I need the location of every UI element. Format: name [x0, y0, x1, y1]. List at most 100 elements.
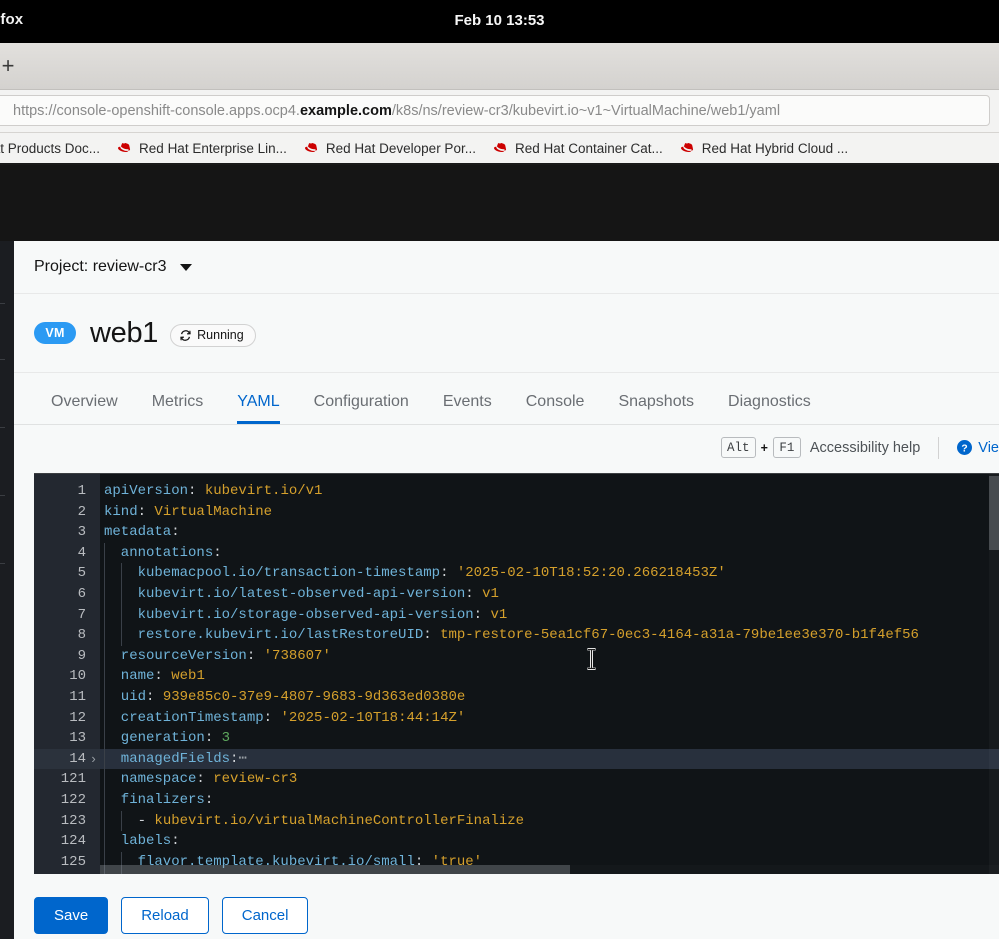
chevron-down-icon[interactable]: [180, 263, 193, 271]
view-shortcuts-label: Vie: [978, 439, 999, 456]
editor-code-line: apiVersion: kubevirt.io/v1: [100, 481, 322, 502]
status-badge[interactable]: Running: [170, 323, 256, 347]
bookmarks-bar: Hat Products Doc... Red Hat Enterprise Li…: [0, 133, 999, 165]
tab-diagnostics[interactable]: Diagnostics: [711, 393, 828, 424]
bookmark-label: Red Hat Developer Por...: [325, 140, 476, 156]
editor-token: -: [104, 812, 155, 829]
editor-action-buttons: Save Reload Cancel: [34, 897, 309, 934]
editor-token: kubevirt.io/latest-observed-api-version: [104, 586, 466, 602]
bookmark-item[interactable]: Red Hat Container Cat...: [485, 141, 672, 156]
editor-line-number: 125: [60, 853, 86, 870]
accessibility-help-label: Accessibility help: [809, 439, 921, 456]
editor-token: namespace: [104, 771, 197, 788]
editor-code-line: managedFields:⋯: [100, 749, 247, 770]
resource-tabs: Overview Metrics YAML Configuration Events Co…: [14, 373, 999, 425]
bookmark-label: Red Hat Container Cat...: [514, 140, 663, 156]
editor-line-number: 7: [77, 606, 86, 623]
browser-nav-bar: https://console-openshift-console.apps.o…: [0, 90, 999, 133]
editor-token: VirtualMachine: [154, 503, 273, 520]
fold-chevron-icon[interactable]: ›: [87, 749, 100, 770]
editor-token: :: [423, 627, 441, 644]
editor-token: uid: [104, 689, 147, 705]
tab-label: Snapshots: [618, 393, 695, 410]
key-alt: Alt: [721, 437, 756, 458]
tab-label: Metrics: [151, 393, 204, 410]
redhat-icon: [680, 142, 693, 153]
editor-token: 3: [221, 730, 231, 747]
url-domain: example.com: [299, 102, 392, 119]
editor-code-line: kubemacpool.io/transaction-timestamp: '2…: [100, 563, 726, 584]
editor-token: :: [465, 586, 483, 602]
text-cursor-icon: [587, 648, 596, 670]
editor-horizontal-scrollbar[interactable]: [100, 865, 999, 874]
bookmark-item[interactable]: Red Hat Enterprise Lin...: [109, 141, 296, 156]
editor-token: 939e85c0-37e9-4807-9683-9d363ed0380e: [162, 689, 466, 705]
editor-token: finalizers: [104, 792, 205, 808]
editor-token: :: [171, 833, 180, 850]
os-top-bar: refox Feb 10 13:53: [0, 0, 999, 43]
editor-token: :: [440, 565, 457, 582]
editor-line-number: 13: [69, 730, 86, 747]
project-selector[interactable]: Project: review-cr3: [34, 258, 166, 276]
bookmark-item[interactable]: Red Hat Developer Por...: [296, 141, 485, 156]
editor-token: kubevirt.io/v1: [204, 483, 323, 499]
tab-overview[interactable]: Overview: [34, 393, 135, 424]
editor-token: kubevirt.io/storage-observed-api-version: [104, 606, 474, 623]
editor-token: managedFields: [104, 750, 231, 767]
tab-console[interactable]: Console: [509, 393, 602, 424]
sync-icon: [180, 329, 191, 341]
tab-label: YAML: [237, 393, 280, 410]
editor-token: ⋯: [238, 750, 247, 767]
editor-line-number: 9: [77, 647, 86, 664]
cancel-button[interactable]: Cancel: [221, 897, 309, 934]
editor-vertical-scrollbar[interactable]: [989, 474, 999, 874]
editor-line-number: 11: [69, 689, 86, 705]
console-nav-sidebar[interactable]: [0, 241, 14, 939]
editor-token: :: [188, 483, 205, 499]
editor-code-area[interactable]: apiVersion: kubevirt.io/v1 kind: VirtualM…: [100, 474, 999, 874]
editor-token: :: [137, 503, 155, 520]
console-masthead: [0, 165, 999, 241]
svg-text:?: ?: [962, 443, 968, 454]
tab-snapshots[interactable]: Snapshots: [601, 393, 711, 424]
new-tab-button[interactable]: +: [0, 55, 20, 79]
tab-events[interactable]: Events: [426, 393, 509, 424]
bookmark-item[interactable]: Hat Products Doc...: [0, 141, 109, 156]
editor-line-number: 8: [77, 627, 86, 644]
editor-line-number: 1: [77, 483, 86, 499]
editor-line-number: 5: [77, 565, 86, 582]
editor-token: :: [246, 647, 264, 664]
editor-hscroll-thumb[interactable]: [100, 865, 570, 874]
tab-configuration[interactable]: Configuration: [297, 393, 426, 424]
editor-toolbar: Alt + F1 Accessibility help ? Vie: [14, 425, 999, 470]
editor-code-line: - kubevirt.io/virtualMachineControllerFi…: [100, 811, 525, 832]
editor-token: :: [196, 771, 214, 788]
editor-token: v1: [490, 606, 508, 623]
tab-metrics[interactable]: Metrics: [135, 393, 221, 424]
editor-line-number: 3: [77, 524, 86, 541]
editor-token: :: [213, 544, 222, 561]
editor-token: :: [171, 524, 180, 541]
status-badge-label: Running: [197, 328, 244, 342]
tab-label: Events: [442, 393, 492, 410]
editor-token: resourceVersion: [104, 647, 247, 664]
yaml-editor[interactable]: 1234567891011121314›121122123124125126 a…: [34, 473, 999, 874]
editor-code-line: kubevirt.io/storage-observed-api-version…: [100, 605, 508, 626]
editor-code-line: kind: VirtualMachine: [100, 502, 272, 523]
editor-token: '738607': [263, 647, 331, 664]
tab-yaml[interactable]: YAML: [220, 393, 296, 424]
redhat-icon: [493, 142, 507, 153]
view-shortcuts-link[interactable]: ? Vie: [957, 440, 999, 456]
editor-token: labels: [104, 833, 172, 850]
save-button[interactable]: Save: [34, 897, 109, 934]
editor-token: kind: [104, 503, 138, 520]
editor-token: generation: [104, 730, 205, 747]
tab-label: Diagnostics: [728, 393, 811, 410]
editor-token: review-cr3: [213, 771, 298, 788]
address-bar-input[interactable]: https://console-openshift-console.apps.o…: [0, 95, 990, 126]
editor-vscroll-thumb[interactable]: [989, 476, 999, 550]
bookmark-item[interactable]: Red Hat Hybrid Cloud ...: [672, 141, 857, 156]
reload-button[interactable]: Reload: [121, 897, 209, 934]
editor-code-line: restore.kubevirt.io/lastRestoreUID: tmp-…: [100, 625, 919, 646]
os-clock[interactable]: Feb 10 13:53: [0, 12, 999, 29]
